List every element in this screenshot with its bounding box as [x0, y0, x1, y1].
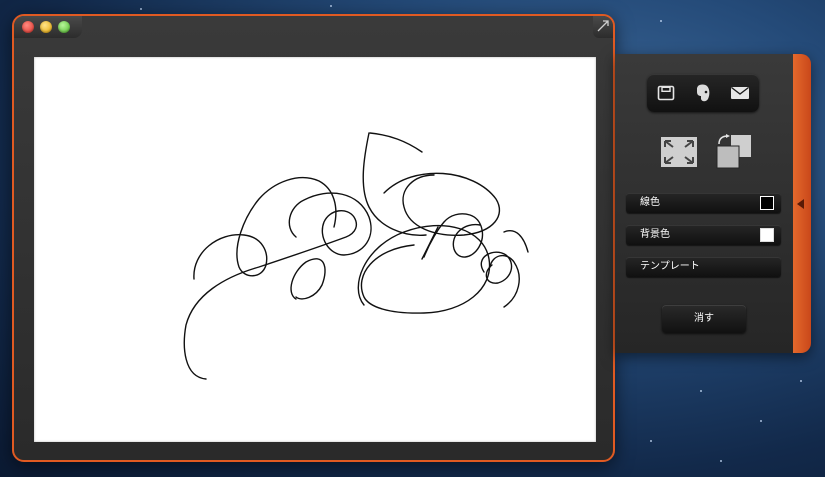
template-label: テンプレート: [640, 261, 700, 272]
stroke-1: [183, 192, 372, 380]
stroke-2: [193, 176, 337, 280]
line-color-label: 線色: [640, 197, 660, 208]
title-bar-controls: [14, 16, 82, 38]
background-color-label: 背景色: [640, 229, 670, 240]
rotate-swap-icon: [716, 134, 751, 169]
fit-screen-icon: [661, 137, 697, 167]
fullscreen-arrow-icon: [597, 20, 609, 32]
sketch-strokes: [183, 132, 529, 380]
close-window-button[interactable]: [22, 21, 34, 33]
title-bar: [14, 16, 613, 40]
share-button-group: [647, 74, 759, 112]
zoom-window-button[interactable]: [58, 21, 70, 33]
drawing-window: [12, 14, 615, 462]
background-color-swatch[interactable]: [760, 228, 774, 242]
mail-button[interactable]: [722, 74, 759, 112]
drawing-canvas[interactable]: [34, 57, 596, 442]
save-icon: [657, 85, 674, 101]
stroke-11: [503, 230, 529, 253]
background-color-row[interactable]: 背景色: [626, 225, 781, 245]
panel-collapse-arrow-icon[interactable]: [797, 199, 804, 209]
save-button[interactable]: [647, 74, 684, 112]
line-color-swatch[interactable]: [760, 196, 774, 210]
line-color-row[interactable]: 線色: [626, 193, 781, 213]
stroke-4: [357, 224, 491, 314]
evernote-icon: [696, 84, 710, 102]
clear-button[interactable]: 消す: [662, 305, 746, 333]
fullscreen-button[interactable]: [593, 16, 613, 38]
stroke-10: [489, 254, 520, 308]
evernote-button[interactable]: [684, 74, 721, 112]
stroke-3: [290, 258, 326, 300]
rotate-swap-button[interactable]: [713, 134, 753, 170]
minimize-window-button[interactable]: [40, 21, 52, 33]
template-row[interactable]: テンプレート: [626, 257, 781, 277]
stroke-7: [369, 132, 423, 153]
fit-screen-button[interactable]: [659, 134, 699, 170]
mail-icon: [731, 86, 750, 99]
